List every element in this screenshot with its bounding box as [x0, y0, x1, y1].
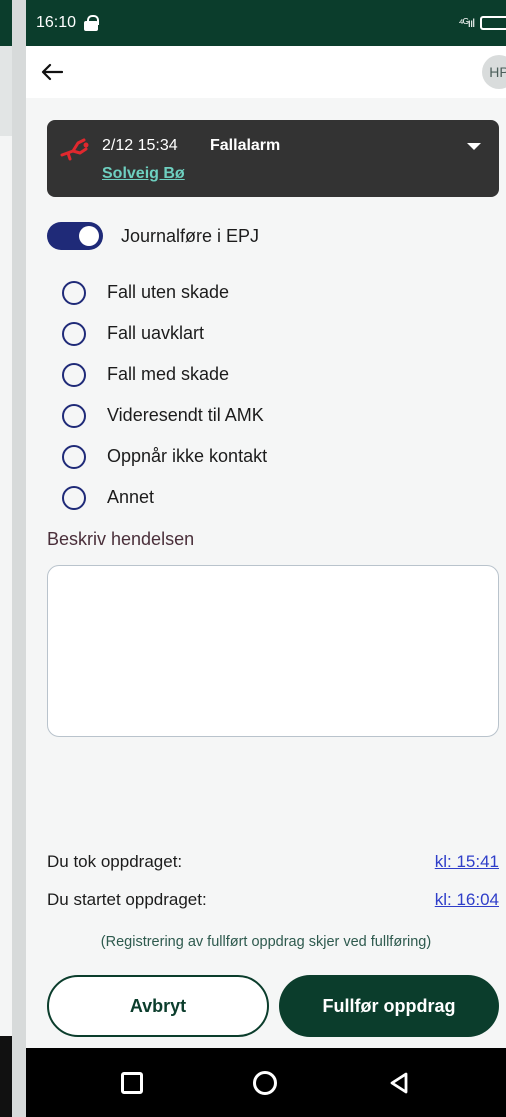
alarm-card[interactable]: 2/12 15:34 Fallalarm Solveig Bø	[47, 120, 499, 197]
signal-icon: ⁴ᴳııl	[458, 16, 475, 30]
alarm-time: 2/12 15:34	[102, 137, 178, 154]
radio-button[interactable]	[62, 485, 86, 510]
journal-toggle-row[interactable]: Journalføre i EPJ	[47, 222, 259, 250]
back-arrow-icon[interactable]	[26, 46, 78, 98]
describe-textarea[interactable]	[47, 565, 499, 737]
radio-option[interactable]: Videresendt til AMK	[62, 395, 267, 436]
radio-button[interactable]	[62, 362, 86, 387]
registration-note: (Registrering av fullført oppdrag skjer …	[100, 934, 432, 950]
took-assignment-time-link[interactable]: kl: 15:41	[435, 852, 499, 872]
radio-label: Fall uavklart	[107, 323, 205, 343]
cancel-button[interactable]: Avbryt	[47, 975, 269, 1037]
radio-button[interactable]	[62, 280, 86, 305]
toggle-knob	[79, 226, 99, 246]
radio-label: Fall uten skade	[107, 282, 230, 302]
radio-option[interactable]: Fall uten skade	[62, 272, 267, 313]
system-nav-bar	[26, 1048, 506, 1117]
radio-option[interactable]: Annet	[62, 477, 267, 518]
chevron-down-icon[interactable]	[467, 143, 481, 150]
nav-back-icon[interactable]	[387, 1071, 411, 1095]
took-assignment-row: Du tok oppdraget: kl: 15:41	[47, 852, 499, 872]
status-time: 16:10	[36, 14, 77, 31]
radio-button[interactable]	[62, 403, 86, 428]
took-assignment-label: Du tok oppdraget:	[47, 852, 183, 871]
radio-label: Videresendt til AMK	[107, 405, 264, 425]
radio-option[interactable]: Fall uavklart	[62, 313, 267, 354]
started-assignment-row: Du startet oppdraget: kl: 16:04	[47, 890, 499, 910]
radio-label: Fall med skade	[107, 364, 230, 384]
outcome-radio-group: Fall uten skade Fall uavklart Fall med s…	[62, 272, 267, 518]
started-assignment-time-link[interactable]: kl: 16:04	[435, 890, 499, 910]
avatar[interactable]: HP	[482, 55, 506, 89]
alarm-type: Fallalarm	[210, 137, 281, 154]
started-assignment-label: Du startet oppdraget:	[47, 890, 207, 909]
describe-label: Beskriv hendelsen	[47, 529, 195, 549]
status-bar: 16:10 ⁴ᴳııl	[26, 0, 506, 46]
alarm-person-link[interactable]: Solveig Bø	[102, 165, 185, 183]
home-icon[interactable]	[253, 1070, 277, 1095]
recent-apps-icon[interactable]	[121, 1071, 143, 1094]
radio-button[interactable]	[62, 444, 86, 469]
radio-label: Oppnår ikke kontakt	[107, 446, 268, 466]
phone-screen: 16:10 ⁴ᴳııl HP 2/12 15:34 Fallalarm Solv	[26, 0, 506, 1117]
app-bar: HP	[26, 46, 506, 98]
battery-icon	[480, 16, 506, 30]
journal-toggle[interactable]	[47, 222, 103, 250]
fall-alarm-icon	[60, 138, 89, 161]
main-content: 2/12 15:34 Fallalarm Solveig Bø Journalf…	[26, 98, 506, 1049]
radio-option[interactable]: Oppnår ikke kontakt	[62, 436, 267, 477]
radio-option[interactable]: Fall med skade	[62, 354, 267, 395]
background-app	[0, 0, 26, 1117]
lock-icon	[84, 15, 100, 31]
radio-button[interactable]	[62, 321, 86, 346]
radio-label: Annet	[107, 487, 155, 507]
journal-toggle-label: Journalføre i EPJ	[121, 225, 260, 246]
finish-assignment-button[interactable]: Fullfør oppdrag	[279, 975, 499, 1037]
